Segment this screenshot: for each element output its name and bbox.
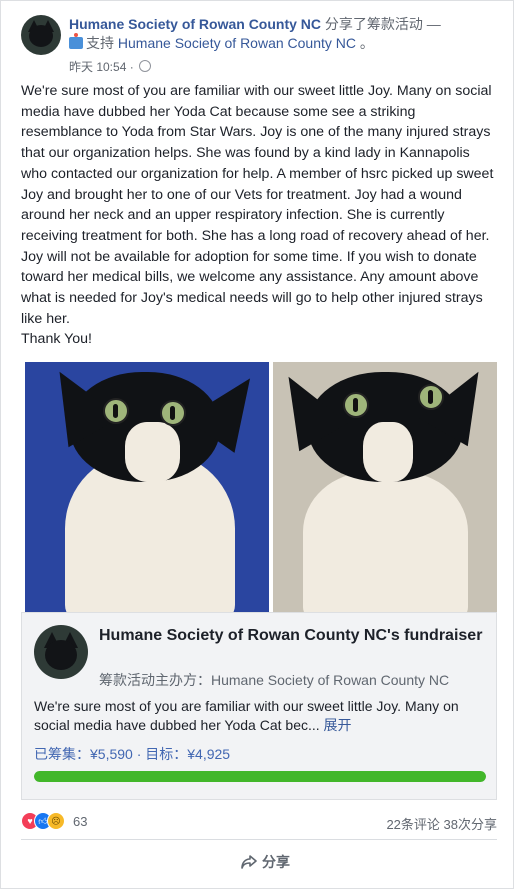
post-text: We're sure most of you are familiar with… (21, 83, 494, 327)
support-suffix: 。 (359, 35, 374, 51)
fundraiser-raised: 已筹集：¥5,590 · 目标：¥4,925 (34, 746, 231, 762)
comment-count[interactable]: 22条评论 (386, 817, 439, 832)
page-name-link[interactable]: Humane Society of Rowan County NC (69, 16, 321, 32)
cat-photo-right[interactable] (273, 362, 497, 612)
reaction-icons[interactable]: ♥ 👍︎ ☹ (21, 812, 65, 830)
comment-share-counts: 22条评论 38次分享 (386, 814, 497, 833)
post-signoff: Thank You! (21, 331, 92, 348)
fundraiser-avatar[interactable] (34, 625, 88, 679)
fundraiser-organizer: 筹款活动主办方：Humane Society of Rowan County N… (99, 672, 450, 688)
reaction-stats: ♥ 👍︎ ☹ 63 22条评论 38次分享 (21, 811, 497, 833)
fundraiser-progress-bar (34, 771, 486, 782)
gift-icon (69, 33, 83, 49)
post-header-text: Humane Society of Rowan County NC 分享了筹款活… (69, 15, 509, 53)
fundraiser-title[interactable]: Humane Society of Rowan County NC's fund… (99, 625, 489, 646)
post-card: Humane Society of Rowan County NC 分享了筹款活… (0, 0, 514, 889)
share-count[interactable]: 38次分享 (444, 817, 497, 832)
reaction-count[interactable]: 63 (73, 814, 87, 829)
fundraiser-progress-fill (34, 771, 486, 782)
support-prefix: 支持 (86, 35, 114, 51)
fundraiser-description: We're sure most of you are familiar with… (34, 697, 486, 735)
globe-icon[interactable] (139, 60, 152, 72)
post-meta: 昨天 10:54 · (69, 58, 152, 75)
divider (21, 839, 497, 840)
photo-grid (25, 362, 497, 612)
meta-dot: · (129, 60, 134, 74)
support-line: 支持 Humane Society of Rowan County NC 。 (69, 33, 374, 51)
support-page-link[interactable]: Humane Society of Rowan County NC (118, 35, 356, 51)
page-avatar[interactable] (21, 15, 61, 55)
cat-photo-left[interactable] (25, 362, 269, 612)
share-button[interactable]: 分享 (241, 852, 290, 872)
timestamp[interactable]: 昨天 10:54 (69, 60, 126, 74)
post-body: We're sure most of you are familiar with… (21, 81, 499, 350)
fundraiser-description-text: We're sure most of you are familiar with… (34, 698, 459, 733)
action-text: 分享了筹款活动 — (324, 16, 441, 32)
sad-reaction-icon: ☹ (47, 812, 65, 830)
share-label: 分享 (262, 854, 290, 870)
fundraiser-card[interactable]: Humane Society of Rowan County NC's fund… (21, 612, 497, 800)
share-icon (241, 855, 257, 869)
expand-link[interactable]: 展开 (324, 717, 352, 733)
